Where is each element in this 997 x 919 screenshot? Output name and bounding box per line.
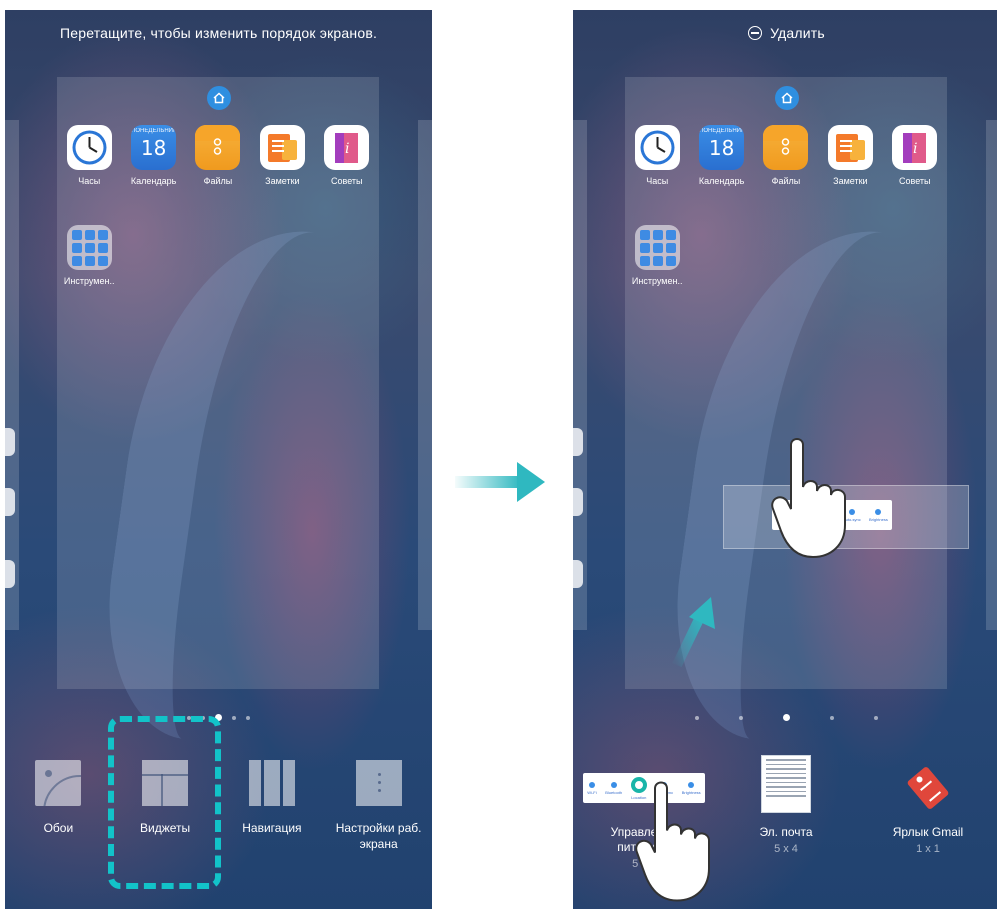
hand-pointer-icon [635, 781, 710, 902]
home-screen-card[interactable]: Часы ПОНЕДЕЛЬНИК 18 Календарь Файлы Заме… [57, 77, 379, 689]
page-dot[interactable] [739, 715, 743, 720]
tools-folder[interactable]: Инструмен.. [625, 225, 689, 286]
navigation-button[interactable]: Навигация [219, 760, 326, 852]
app-label: Часы [646, 176, 669, 186]
widget-label: Эл. почта [759, 825, 813, 839]
minus-circle-icon [748, 26, 763, 40]
home-icon[interactable] [775, 86, 799, 110]
transition-arrow-icon [455, 462, 545, 502]
home-settings-label: Настройки раб. экрана [335, 821, 422, 851]
phone-screen-right: Удалить Часы ПОНЕДЕЛЬНИК 18 Календарь Фа… [573, 10, 997, 909]
app-label: Календарь [698, 176, 745, 186]
app-label: Заметки [833, 176, 868, 186]
hand-pointer-icon [771, 438, 846, 559]
navigation-icon [248, 760, 295, 806]
app-label: Советы [899, 176, 931, 186]
svg-text:i: i [345, 141, 349, 157]
prev-screen-peek[interactable] [5, 120, 19, 630]
tips-icon: i [324, 125, 370, 170]
app-label: Заметки [265, 176, 300, 186]
app-clock[interactable]: Часы [625, 125, 689, 186]
tools-folder[interactable]: Инструмен.. [57, 225, 121, 286]
app-label: Календарь [130, 176, 177, 186]
svg-text:i: i [913, 141, 917, 157]
reorder-instruction: Перетащите, чтобы изменить порядок экран… [59, 25, 378, 41]
navigation-label: Навигация [242, 821, 302, 835]
page-dot[interactable] [232, 715, 236, 720]
page-indicator [573, 714, 997, 721]
clock-icon [634, 125, 680, 170]
drag-up-arrow-icon [672, 597, 715, 668]
app-label: Файлы [203, 176, 233, 186]
app-label: Советы [331, 176, 363, 186]
app-files[interactable]: Файлы [186, 125, 250, 186]
app-row: Часы ПОНЕДЕЛЬНИК 18 Календарь Файлы Заме… [57, 125, 379, 186]
app-files[interactable]: Файлы [754, 125, 818, 186]
files-icon [763, 125, 809, 170]
folder-label: Инструмен.. [63, 276, 115, 286]
app-notes[interactable]: Заметки [250, 125, 314, 186]
app-clock[interactable]: Часы [57, 125, 121, 186]
app-label: Часы [78, 176, 101, 186]
app-label: Файлы [771, 176, 801, 186]
widget-size: 5 x 4 [774, 843, 798, 855]
app-calendar[interactable]: ПОНЕДЕЛЬНИК 18 Календарь [121, 125, 185, 186]
next-screen-peek[interactable] [986, 120, 997, 630]
prev-screen-peek[interactable] [573, 120, 587, 630]
home-settings-icon [355, 760, 402, 806]
widget-email[interactable]: Эл. почта 5 x 4 [715, 755, 857, 870]
folder-label: Инструмен.. [631, 276, 683, 286]
widgets-highlight-box [108, 716, 221, 889]
page-dot[interactable] [246, 715, 250, 720]
home-settings-button[interactable]: Настройки раб. экрана [325, 760, 432, 852]
app-tips[interactable]: i Советы [315, 125, 379, 186]
delete-zone[interactable]: Удалить [573, 25, 997, 41]
page-dot[interactable] [830, 715, 834, 720]
notes-icon [259, 125, 305, 170]
widget-size: 1 x 1 [916, 843, 940, 855]
app-calendar[interactable]: ПОНЕДЕЛЬНИК 18 Календарь [689, 125, 753, 186]
notes-icon [827, 125, 873, 170]
page-dot-active[interactable] [783, 714, 790, 721]
wallpaper-icon [35, 760, 82, 806]
app-tips[interactable]: i Советы [883, 125, 947, 186]
home-icon[interactable] [207, 86, 231, 110]
tips-icon: i [892, 125, 938, 170]
clock-icon [66, 125, 112, 170]
folder-icon [66, 225, 112, 270]
next-screen-peek[interactable] [418, 120, 432, 630]
wallpaper-label: Обои [43, 821, 74, 835]
calendar-icon: ПОНЕДЕЛЬНИК 18 [131, 125, 177, 170]
page-dot[interactable] [695, 715, 699, 720]
wallpaper-button[interactable]: Обои [5, 760, 112, 852]
widget-gmail-shortcut[interactable]: Ярлык Gmail 1 x 1 [857, 765, 997, 870]
delete-label: Удалить [770, 25, 825, 41]
page-dot[interactable] [874, 715, 878, 720]
app-notes[interactable]: Заметки [818, 125, 882, 186]
calendar-icon: ПОНЕДЕЛЬНИК 18 [699, 125, 745, 170]
files-icon [195, 125, 241, 170]
gmail-label-icon [906, 765, 950, 811]
email-widget-preview-icon [761, 755, 811, 813]
app-row: Часы ПОНЕДЕЛЬНИК 18 Календарь Файлы Заме… [625, 125, 947, 186]
widget-label: Ярлык Gmail [892, 825, 964, 839]
folder-icon [634, 225, 680, 270]
